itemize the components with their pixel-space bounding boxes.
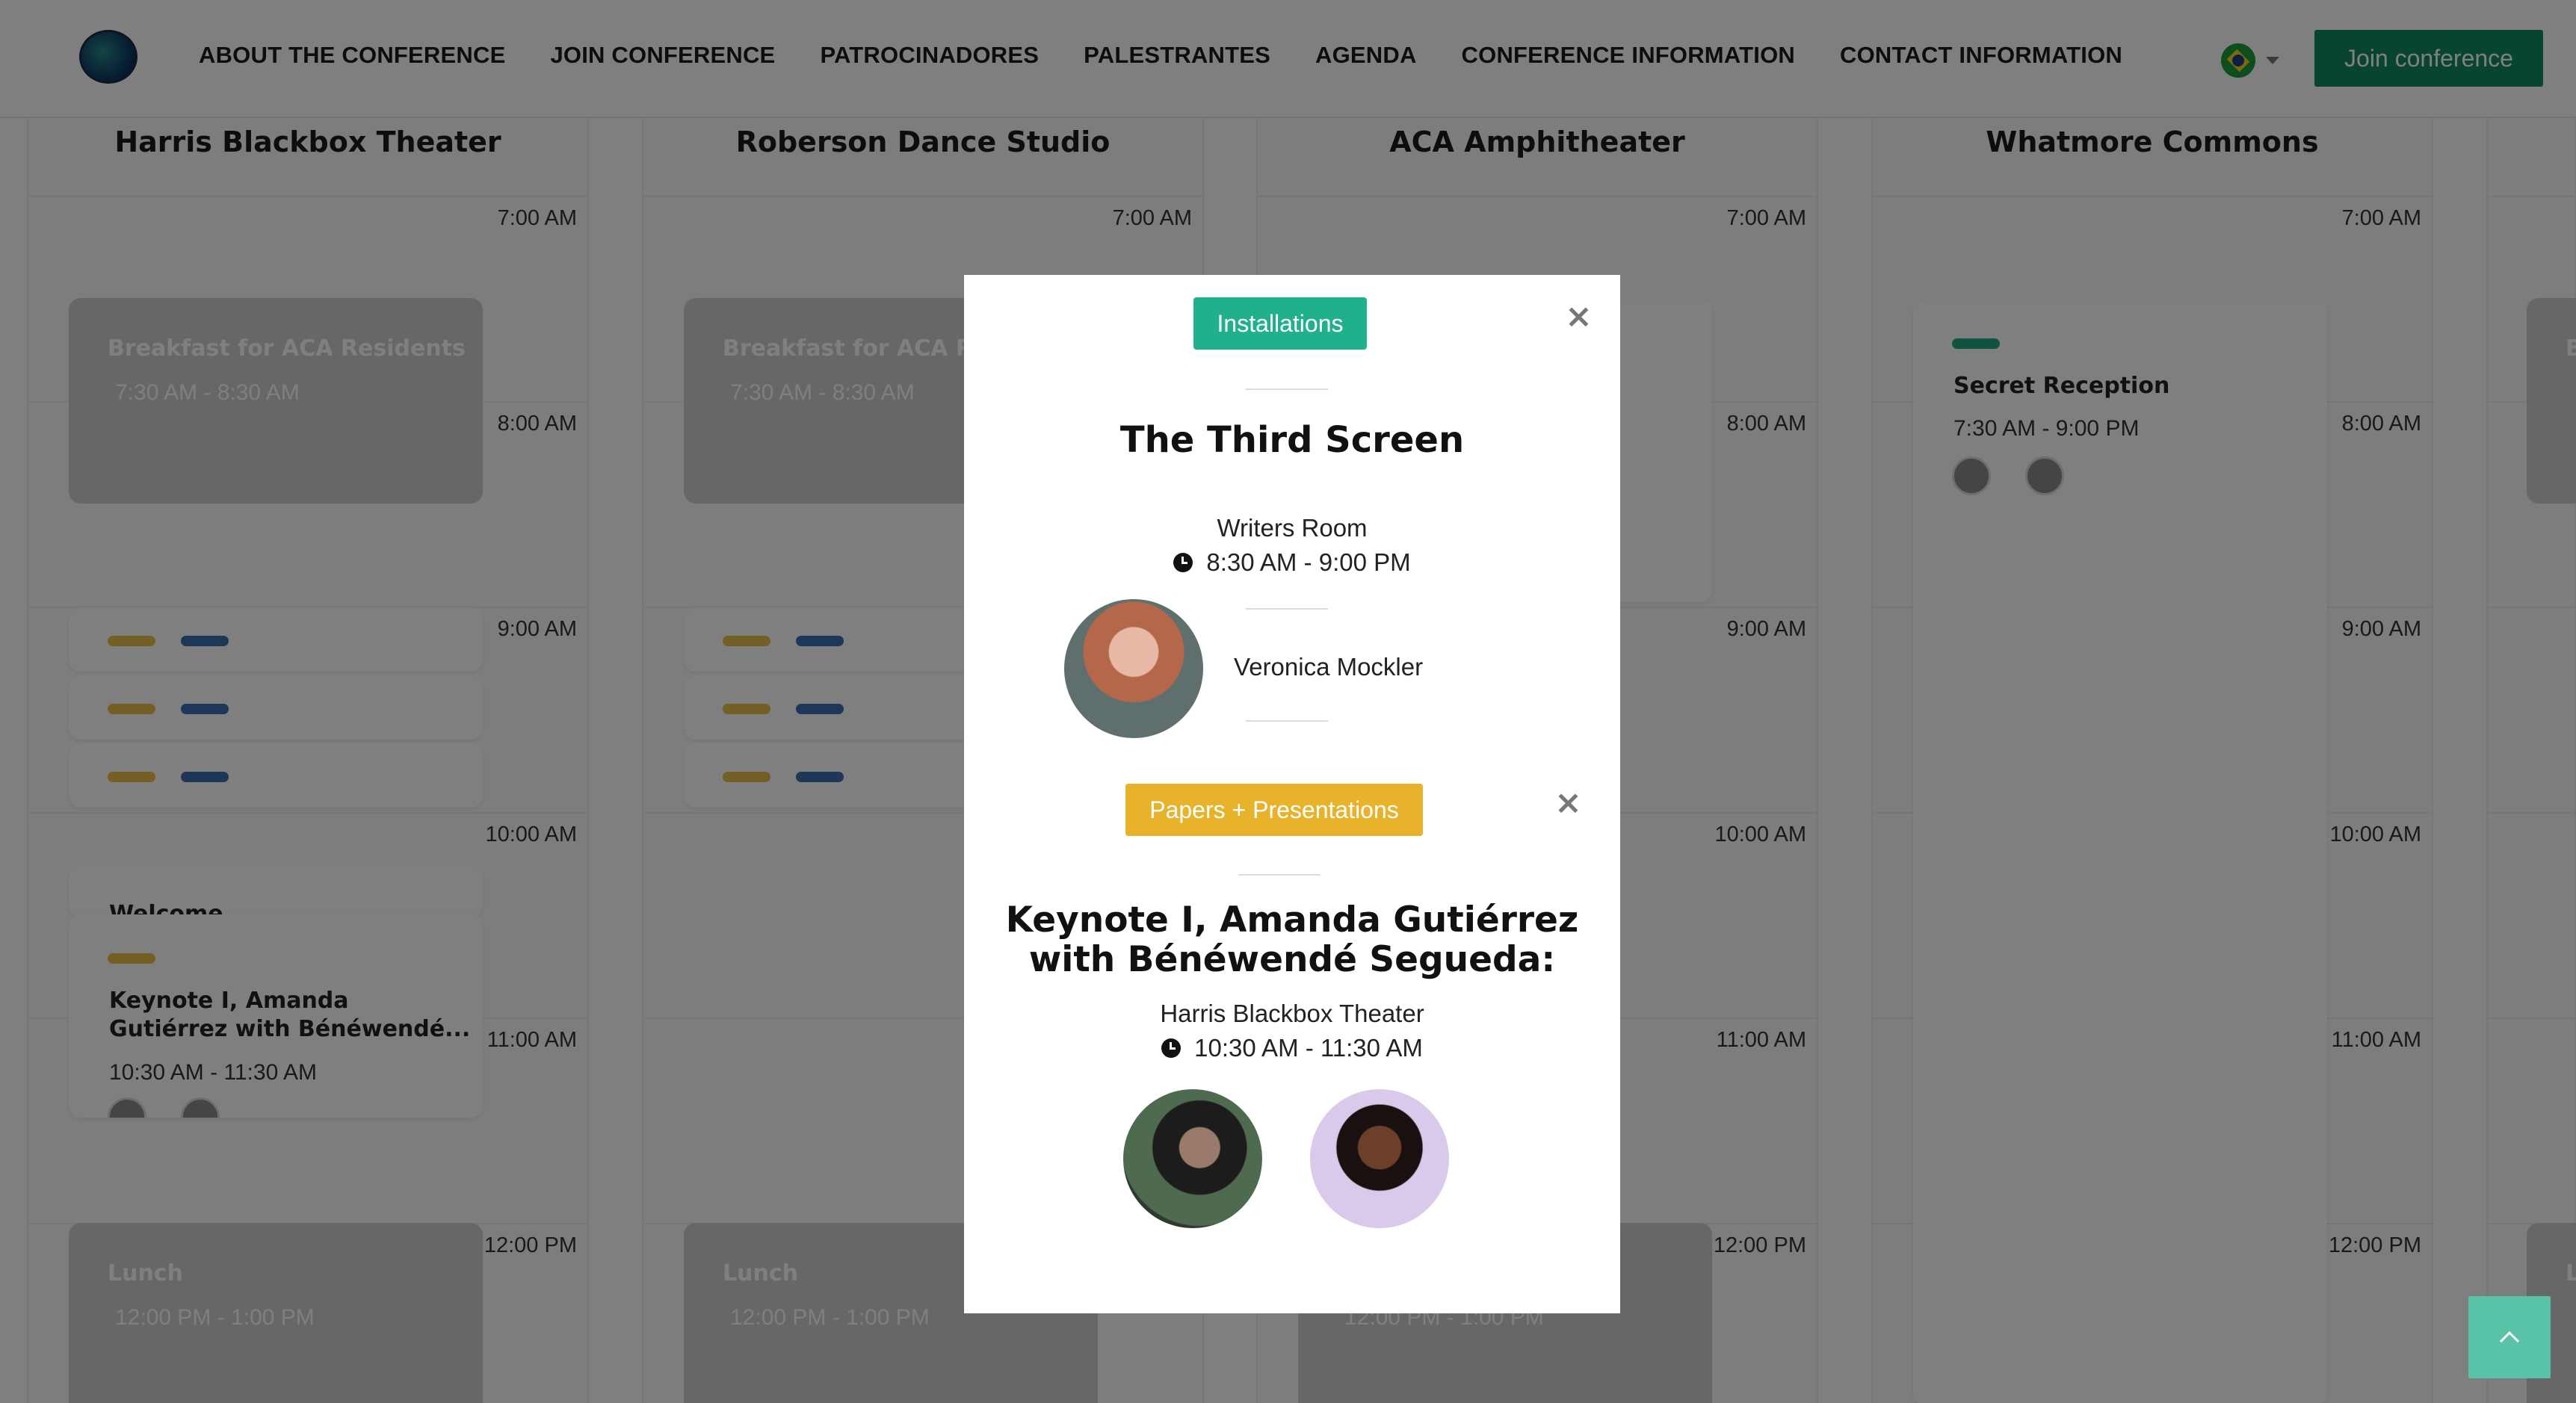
divider	[1246, 388, 1328, 390]
speaker-name[interactable]: Veronica Mockler	[1234, 653, 1423, 681]
close-icon[interactable]: ×	[1554, 787, 1582, 820]
session-room: Harris Blackbox Theater	[1160, 1000, 1424, 1027]
divider	[1246, 608, 1328, 610]
clock-icon	[1161, 1038, 1182, 1058]
speaker-photo[interactable]	[1123, 1089, 1262, 1228]
speaker-photo[interactable]	[1310, 1089, 1449, 1228]
session-room: Writers Room	[1217, 514, 1368, 542]
session-time-text: 10:30 AM - 11:30 AM	[1194, 1034, 1423, 1062]
clock-icon	[1173, 553, 1193, 572]
divider	[1238, 874, 1321, 876]
session-title-line2: with Bénéwendé Segueda:	[1028, 939, 1556, 980]
category-tag-installations: Installations	[1193, 297, 1367, 350]
session-title: The Third Screen	[1119, 419, 1465, 461]
close-icon[interactable]: ×	[1565, 300, 1593, 333]
session-title-line1: Keynote I, Amanda Gutiérrez	[1005, 899, 1579, 941]
session-time-text: 8:30 AM - 9:00 PM	[1206, 548, 1411, 576]
session-details-modal: Installations × The Third Screen Writers…	[964, 275, 1620, 1313]
back-to-top-button[interactable]	[2468, 1296, 2551, 1378]
divider	[1246, 720, 1328, 722]
category-tag-papers: Papers + Presentations	[1125, 784, 1423, 836]
speaker-photo[interactable]	[1064, 599, 1203, 738]
session-time: 10:30 AM - 11:30 AM	[964, 1034, 1620, 1062]
session-time: 8:30 AM - 9:00 PM	[964, 548, 1620, 577]
chevron-up-icon	[2499, 1331, 2520, 1343]
